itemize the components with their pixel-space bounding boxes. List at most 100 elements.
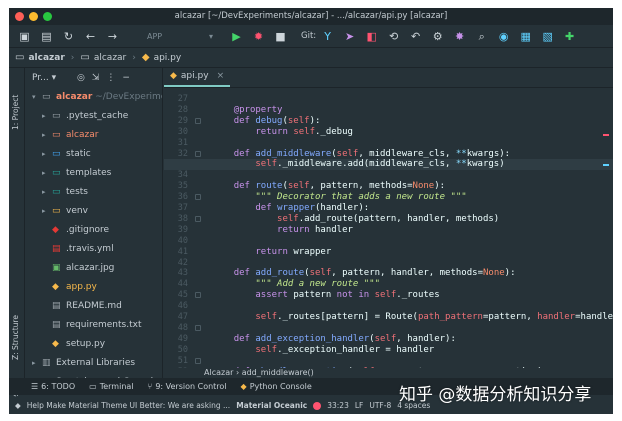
code-line[interactable]: return wrapper (212, 247, 331, 258)
chevron-down-icon[interactable]: ▾ (32, 88, 42, 106)
chevron-right-icon[interactable]: ▸ (42, 145, 52, 163)
run-config-select[interactable]: APP (131, 29, 221, 44)
code-line[interactable] (212, 94, 234, 105)
tree-item[interactable]: ▾ ▭ alcazar ~/DevExperime (26, 88, 162, 106)
tab-api-py[interactable]: ◆ api.py × (164, 68, 231, 87)
line-separator[interactable]: LF (355, 401, 364, 410)
tree-item[interactable]: ▤ .travis.yml (26, 240, 162, 258)
close-window-button[interactable] (15, 12, 24, 21)
tree-item[interactable]: ▣ alcazar.jpg (26, 259, 162, 277)
chevron-right-icon[interactable]: ▸ (42, 202, 52, 220)
code-line[interactable] (212, 170, 234, 181)
tree-item[interactable]: ▤ README.md (26, 297, 162, 315)
breadcrumb-package[interactable]: ▭ alcazar (80, 52, 126, 63)
save-icon[interactable]: ▤ (39, 29, 54, 44)
tab-structure[interactable]: Z: Structure (11, 315, 20, 360)
collapse-icon[interactable]: ⇲ (92, 73, 100, 83)
chevron-right-icon[interactable]: ▸ (42, 107, 52, 125)
layout-icon[interactable]: ▦ (518, 29, 533, 44)
tree-item[interactable]: ◆ .gitignore (26, 221, 162, 239)
code-line[interactable]: """ Add a new route """ (212, 279, 380, 290)
tree-item[interactable]: ▸ ▭ static (26, 145, 162, 163)
back-icon[interactable]: ← (83, 29, 98, 44)
code-line[interactable]: @property (212, 105, 283, 116)
tab-project[interactable]: 1: Project (11, 95, 20, 130)
forward-icon[interactable]: → (105, 29, 120, 44)
stop-icon[interactable]: ■ (273, 29, 288, 44)
chevron-right-icon[interactable]: ▸ (42, 183, 52, 201)
minimize-window-button[interactable] (29, 12, 38, 21)
chevron-right-icon[interactable]: ▸ (32, 354, 42, 372)
code-line[interactable]: return self._debug (212, 127, 353, 138)
fold-icon[interactable] (195, 215, 201, 222)
error-marker[interactable] (603, 134, 609, 136)
code-line[interactable]: self._middleware.add(middleware_cls, **k… (212, 159, 504, 170)
code-line[interactable]: def add_route(self, pattern, handler, me… (212, 268, 516, 279)
fold-icon[interactable] (195, 150, 201, 157)
notification-icon[interactable]: ◆ (15, 401, 21, 410)
code-editor[interactable]: ◆ api.py × 27282930313233343536373839404… (164, 68, 613, 368)
code-line[interactable]: def debug(self): (212, 116, 321, 127)
chevron-right-icon[interactable]: ▸ (42, 126, 52, 144)
sync-icon[interactable]: ↻ (61, 29, 76, 44)
breadcrumb-class[interactable]: Alcazar (204, 368, 233, 377)
change-marker[interactable] (603, 164, 609, 166)
code-line[interactable]: self._exception_handler = handler (212, 345, 434, 356)
run-icon[interactable]: ▶ (229, 29, 244, 44)
code-line[interactable] (212, 258, 234, 269)
code-line[interactable]: self.add_route(pattern, handler, methods… (212, 214, 499, 225)
tree-item[interactable]: ▤ requirements.txt (26, 316, 162, 334)
tree-item[interactable]: ◆ setup.py (26, 335, 162, 353)
file-encoding[interactable]: UTF-8 (369, 401, 391, 410)
plugin-icon[interactable]: ✸ (452, 29, 467, 44)
locate-icon[interactable]: ◎ (77, 73, 85, 83)
tab-terminal[interactable]: ▭ Terminal (89, 382, 133, 391)
git-update-icon[interactable]: Y (320, 29, 335, 44)
puzzle-icon[interactable]: ✚ (562, 29, 577, 44)
history-icon[interactable]: ⟲ (386, 29, 401, 44)
code-line[interactable] (212, 138, 234, 149)
code-line[interactable]: def add_middleware(self, middleware_cls,… (212, 149, 510, 160)
code-line[interactable]: assert pattern not in self._routes (212, 290, 439, 301)
fold-icon[interactable] (195, 117, 201, 124)
theme-name[interactable]: Material Oceanic (236, 401, 307, 410)
tree-item[interactable]: ▸ ▭ templates (26, 164, 162, 182)
fold-icon[interactable] (195, 292, 201, 299)
fold-icon[interactable] (195, 357, 201, 364)
tree-item[interactable]: ▸ ▭ venv (26, 202, 162, 220)
search-icon[interactable]: ⌕ (474, 29, 489, 44)
breadcrumb-project[interactable]: ▭ alcazar (15, 52, 65, 63)
code-line[interactable] (212, 301, 234, 312)
revert-icon[interactable]: ↶ (408, 29, 423, 44)
tree-item[interactable]: ◆ app.py (26, 278, 162, 296)
structure-icon[interactable]: ◉ (496, 29, 511, 44)
more-icon[interactable]: ⋮ (106, 73, 115, 83)
debug-icon[interactable]: ✹ (251, 29, 266, 44)
chevron-right-icon[interactable]: ▸ (42, 164, 52, 182)
code-line[interactable]: """ Decorator that adds a new route """ (212, 192, 466, 203)
tab-python-console[interactable]: ◆ Python Console (241, 382, 312, 391)
breadcrumb-method[interactable]: add_middleware() (242, 368, 314, 377)
cursor-position[interactable]: 33:23 (327, 401, 349, 410)
close-icon[interactable]: × (217, 68, 225, 86)
code-line[interactable] (212, 323, 234, 334)
code-line[interactable] (212, 236, 234, 247)
tree-item[interactable]: ▸ ▭ tests (26, 183, 162, 201)
code-line[interactable] (212, 356, 234, 367)
tree-item[interactable]: ▸ ▭ alcazar (26, 126, 162, 144)
project-view-select[interactable]: Pr... ▾ (32, 73, 70, 83)
git-commit-icon[interactable]: ◧ (364, 29, 379, 44)
hide-icon[interactable]: − (122, 73, 130, 83)
grid-icon[interactable]: ▧ (540, 29, 555, 44)
tab-todo[interactable]: ☰ 6: TODO (31, 382, 75, 391)
fold-icon[interactable] (195, 324, 201, 331)
settings-icon[interactable]: ⚙ (430, 29, 445, 44)
zoom-window-button[interactable] (43, 12, 52, 21)
breadcrumb-file[interactable]: ◆ api.py (142, 52, 181, 63)
git-push-icon[interactable]: ➤ (342, 29, 357, 44)
code-line[interactable]: return handler (212, 225, 353, 236)
open-folder-icon[interactable]: ▣ (17, 29, 32, 44)
tree-item[interactable]: ▸ ▥ External Libraries (26, 354, 162, 372)
code-line[interactable]: self._routes[pattern] = Route(path_patte… (212, 312, 613, 323)
tree-item[interactable]: ▸ ▭ .pytest_cache (26, 107, 162, 125)
